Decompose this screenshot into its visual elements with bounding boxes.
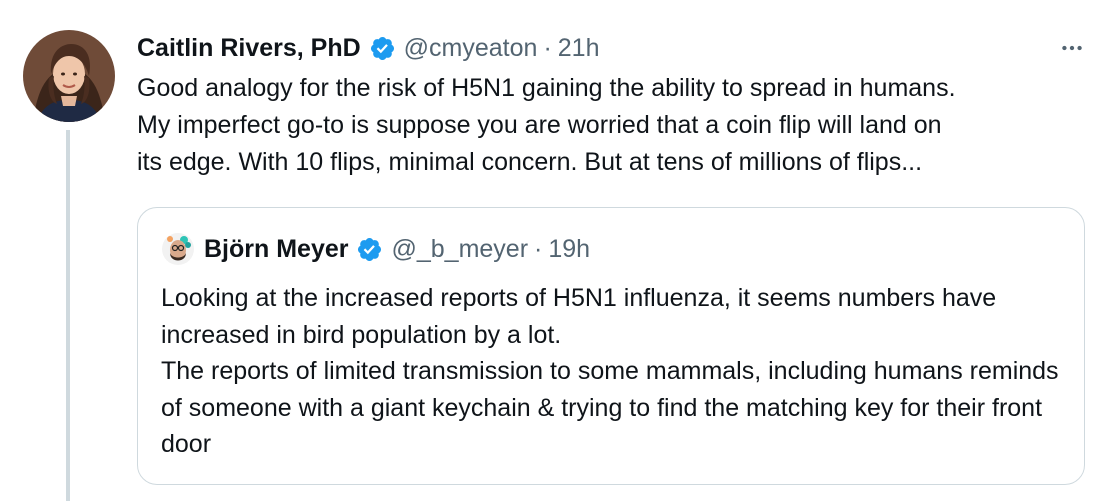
verified-badge-icon (369, 35, 396, 62)
quoted-tweet-timestamp[interactable]: 19h (548, 235, 590, 264)
quoted-header-separator: · (534, 234, 543, 263)
quoted-author-handle[interactable]: @_b_meyer (391, 235, 528, 264)
more-horizontal-icon (1062, 45, 1082, 51)
quoted-author-display-name[interactable]: Björn Meyer (204, 235, 348, 264)
tweet-text: Good analogy for the risk of H5N1 gainin… (137, 74, 956, 176)
tweet-header: Caitlin Rivers, PhD @cmyeaton · 21h (137, 30, 599, 66)
quoted-tweet-header: Björn Meyer @_b_meyer · 19h (162, 232, 590, 266)
quoted-verified-badge-icon (356, 236, 383, 263)
quoted-tweet-card[interactable]: Björn Meyer @_b_meyer · 19h Looking at t… (137, 207, 1085, 485)
author-avatar[interactable] (23, 30, 115, 122)
quoted-paragraph: Looking at the increased reports of H5N1… (161, 284, 997, 349)
more-options-button[interactable] (1050, 30, 1094, 66)
author-handle[interactable]: @cmyeaton (404, 34, 538, 63)
quoted-tweet-text: Looking at the increased reports of H5N1… (161, 280, 1066, 463)
tweet-timestamp[interactable]: 21h (558, 34, 600, 63)
author-display-name[interactable]: Caitlin Rivers, PhD (137, 34, 361, 63)
thread-connector-line (66, 130, 70, 501)
header-separator: · (543, 33, 552, 62)
quoted-paragraph: The reports of limited transmission to s… (161, 357, 1059, 459)
quoted-author-avatar[interactable] (162, 233, 194, 265)
tweet-card[interactable]: Caitlin Rivers, PhD @cmyeaton · 21h Good… (0, 0, 1108, 501)
